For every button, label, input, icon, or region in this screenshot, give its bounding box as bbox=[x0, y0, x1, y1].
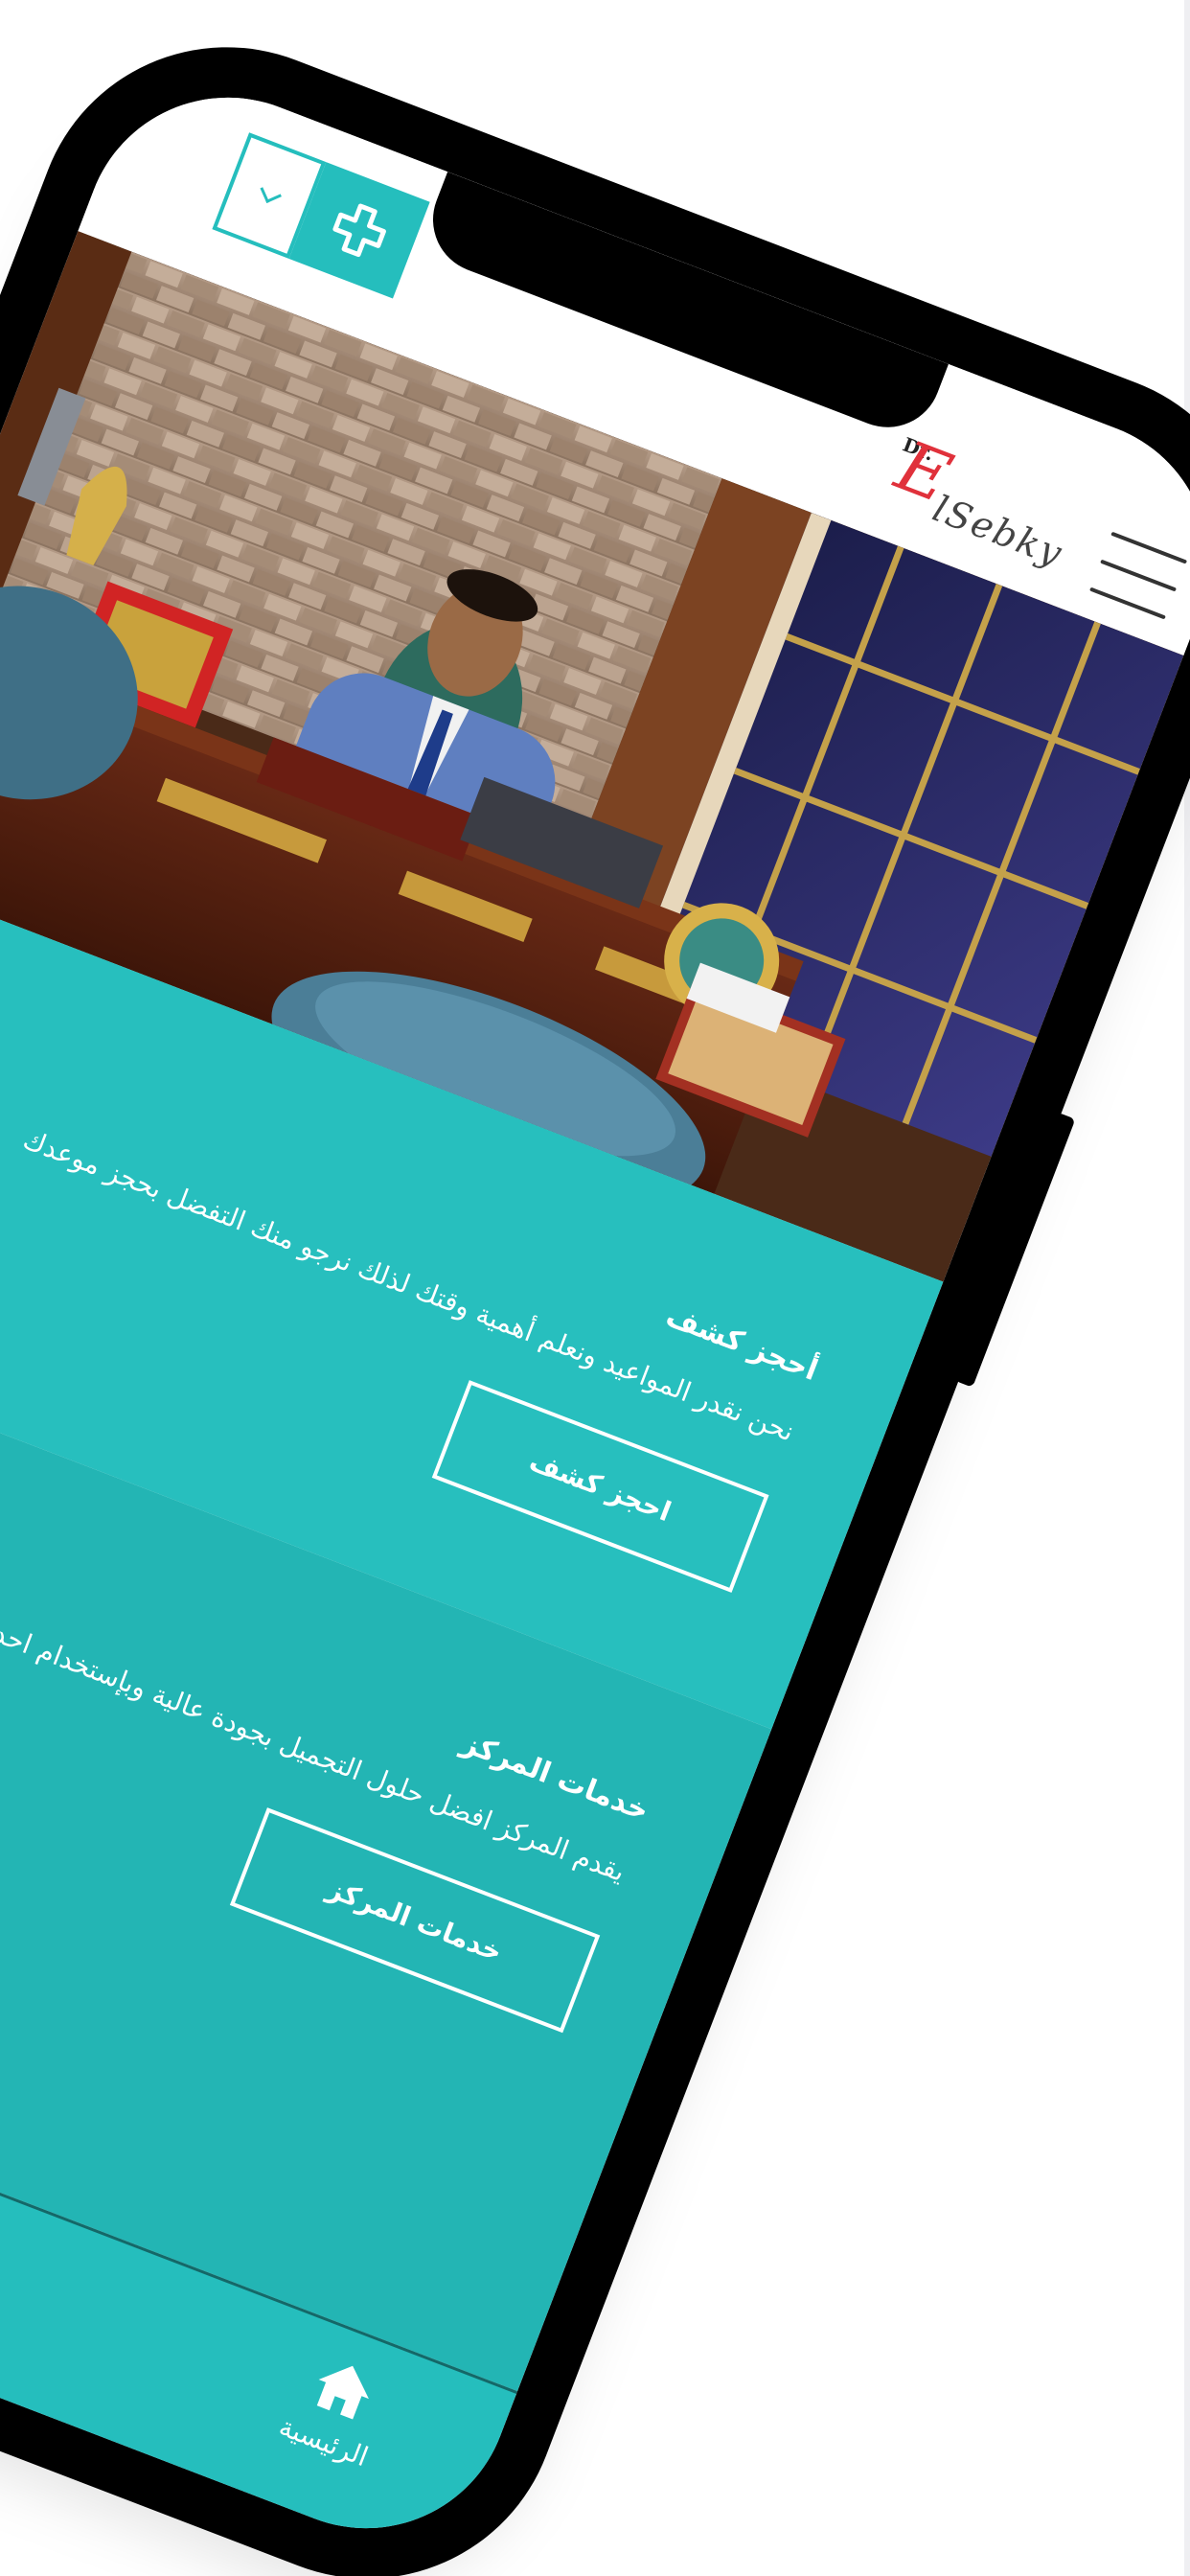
header-controls bbox=[212, 132, 430, 299]
chevron-down-icon bbox=[260, 180, 282, 203]
page-edge bbox=[1184, 0, 1190, 2576]
phone-frame: Dr. E lSebky أحجز كشف نحن نقدر المواعيد … bbox=[0, 0, 1190, 2576]
hamburger-icon bbox=[1110, 531, 1188, 564]
marketing-screenshot: Dr. E lSebky أحجز كشف نحن نقدر المواعيد … bbox=[0, 0, 1190, 2576]
medical-cross-icon bbox=[332, 203, 386, 258]
home-icon bbox=[316, 2365, 369, 2420]
nav-item-home[interactable]: الرئيسية bbox=[238, 2332, 435, 2488]
hamburger-menu-button[interactable] bbox=[1089, 531, 1188, 620]
logo-name: lSebky bbox=[927, 487, 1069, 575]
phone-screen: Dr. E lSebky أحجز كشف نحن نقدر المواعيد … bbox=[0, 56, 1190, 2570]
hamburger-line bbox=[1100, 559, 1177, 592]
hamburger-line bbox=[1089, 586, 1166, 620]
phone-mockup: Dr. E lSebky أحجز كشف نحن نقدر المواعيد … bbox=[0, 0, 1190, 2576]
